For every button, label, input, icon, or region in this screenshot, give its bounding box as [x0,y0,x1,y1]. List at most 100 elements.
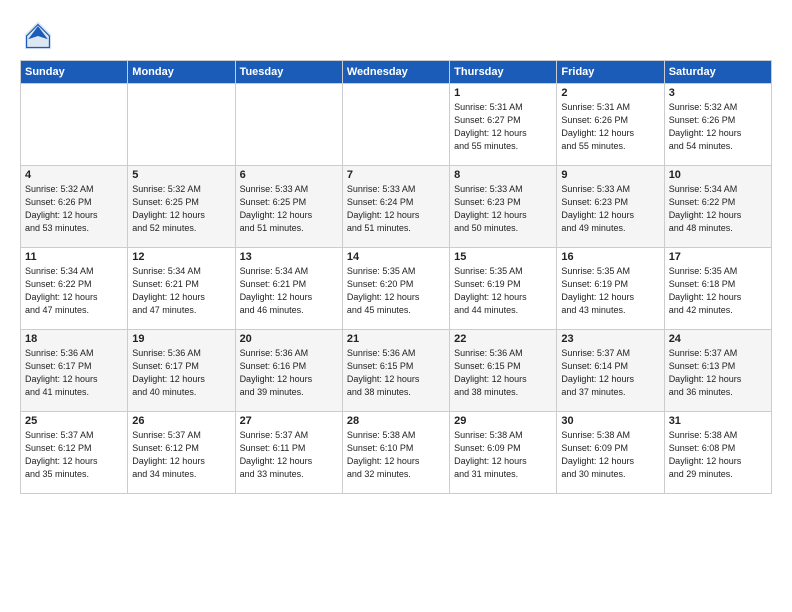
day-info: Sunrise: 5:38 AM Sunset: 6:10 PM Dayligh… [347,429,445,481]
week-row-5: 25 Sunrise: 5:37 AM Sunset: 6:12 PM Dayli… [21,412,772,494]
day-cell: 29 Sunrise: 5:38 AM Sunset: 6:09 PM Dayli… [450,412,557,494]
day-info: Sunrise: 5:34 AM Sunset: 6:21 PM Dayligh… [132,265,230,317]
day-cell: 24Sunrise: 5:37 AM Sunset: 6:13 PM Dayli… [664,330,771,412]
day-cell: 9 Sunrise: 5:33 AM Sunset: 6:23 PM Daylig… [557,166,664,248]
day-number: 9 [561,169,659,181]
day-cell: 27 Sunrise: 5:37 AM Sunset: 6:11 PM Dayli… [235,412,342,494]
day-cell [21,84,128,166]
day-number: 19 [132,333,230,345]
day-number: 15 [454,251,552,263]
day-number: 6 [240,169,338,181]
day-number: 25 [25,415,123,427]
day-cell: 26Sunrise: 5:37 AM Sunset: 6:12 PM Dayli… [128,412,235,494]
day-number: 29 [454,415,552,427]
day-number: 16 [561,251,659,263]
day-number: 22 [454,333,552,345]
day-cell: 19 Sunrise: 5:36 AM Sunset: 6:17 PM Dayli… [128,330,235,412]
week-row-2: 4Sunrise: 5:32 AM Sunset: 6:26 PM Daylig… [21,166,772,248]
week-row-3: 11 Sunrise: 5:34 AM Sunset: 6:22 PM Dayli… [21,248,772,330]
day-number: 2 [561,87,659,99]
day-cell: 25 Sunrise: 5:37 AM Sunset: 6:12 PM Dayli… [21,412,128,494]
day-cell: 14 Sunrise: 5:35 AM Sunset: 6:20 PM Dayli… [342,248,449,330]
day-info: Sunrise: 5:38 AM Sunset: 6:09 PM Dayligh… [454,429,552,481]
day-cell: 15 Sunrise: 5:35 AM Sunset: 6:19 PM Dayli… [450,248,557,330]
day-cell: 22 Sunrise: 5:36 AM Sunset: 6:15 PM Dayli… [450,330,557,412]
day-number: 12 [132,251,230,263]
day-info: Sunrise: 5:38 AM Sunset: 6:09 PM Dayligh… [561,429,659,481]
column-header-wednesday: Wednesday [342,61,449,84]
column-header-thursday: Thursday [450,61,557,84]
day-info: Sunrise: 5:35 AM Sunset: 6:19 PM Dayligh… [561,265,659,317]
day-cell: 6Sunrise: 5:33 AM Sunset: 6:25 PM Daylig… [235,166,342,248]
column-header-tuesday: Tuesday [235,61,342,84]
day-info: Sunrise: 5:35 AM Sunset: 6:20 PM Dayligh… [347,265,445,317]
day-cell: 12 Sunrise: 5:34 AM Sunset: 6:21 PM Dayli… [128,248,235,330]
day-info: Sunrise: 5:33 AM Sunset: 6:24 PM Dayligh… [347,183,445,235]
day-number: 24 [669,333,767,345]
day-cell: 4Sunrise: 5:32 AM Sunset: 6:26 PM Daylig… [21,166,128,248]
day-number: 17 [669,251,767,263]
day-number: 28 [347,415,445,427]
day-number: 11 [25,251,123,263]
day-cell: 2 Sunrise: 5:31 AM Sunset: 6:26 PM Daylig… [557,84,664,166]
column-header-saturday: Saturday [664,61,771,84]
day-cell: 1 Sunrise: 5:31 AM Sunset: 6:27 PM Daylig… [450,84,557,166]
header [20,18,772,54]
day-info: Sunrise: 5:35 AM Sunset: 6:19 PM Dayligh… [454,265,552,317]
day-number: 27 [240,415,338,427]
column-header-sunday: Sunday [21,61,128,84]
day-number: 10 [669,169,767,181]
day-info: Sunrise: 5:32 AM Sunset: 6:26 PM Dayligh… [25,183,123,235]
day-info: Sunrise: 5:37 AM Sunset: 6:12 PM Dayligh… [132,429,230,481]
day-number: 30 [561,415,659,427]
day-cell: 18Sunrise: 5:36 AM Sunset: 6:17 PM Dayli… [21,330,128,412]
day-info: Sunrise: 5:33 AM Sunset: 6:23 PM Dayligh… [561,183,659,235]
day-number: 31 [669,415,767,427]
day-info: Sunrise: 5:37 AM Sunset: 6:12 PM Dayligh… [25,429,123,481]
day-number: 8 [454,169,552,181]
day-number: 7 [347,169,445,181]
day-info: Sunrise: 5:34 AM Sunset: 6:22 PM Dayligh… [25,265,123,317]
day-info: Sunrise: 5:34 AM Sunset: 6:21 PM Dayligh… [240,265,338,317]
day-number: 1 [454,87,552,99]
day-info: Sunrise: 5:37 AM Sunset: 6:11 PM Dayligh… [240,429,338,481]
day-number: 21 [347,333,445,345]
day-cell: 8 Sunrise: 5:33 AM Sunset: 6:23 PM Daylig… [450,166,557,248]
day-cell: 16 Sunrise: 5:35 AM Sunset: 6:19 PM Dayli… [557,248,664,330]
day-cell: 10 Sunrise: 5:34 AM Sunset: 6:22 PM Dayli… [664,166,771,248]
day-info: Sunrise: 5:36 AM Sunset: 6:15 PM Dayligh… [347,347,445,399]
day-cell: 5Sunrise: 5:32 AM Sunset: 6:25 PM Daylig… [128,166,235,248]
day-info: Sunrise: 5:31 AM Sunset: 6:26 PM Dayligh… [561,101,659,153]
calendar-page: SundayMondayTuesdayWednesdayThursdayFrid… [0,0,792,612]
day-number: 23 [561,333,659,345]
day-number: 5 [132,169,230,181]
day-info: Sunrise: 5:33 AM Sunset: 6:23 PM Dayligh… [454,183,552,235]
day-cell: 30 Sunrise: 5:38 AM Sunset: 6:09 PM Dayli… [557,412,664,494]
calendar-body: 1 Sunrise: 5:31 AM Sunset: 6:27 PM Daylig… [21,84,772,494]
day-cell: 3Sunrise: 5:32 AM Sunset: 6:26 PM Daylig… [664,84,771,166]
day-cell [128,84,235,166]
column-header-friday: Friday [557,61,664,84]
calendar-header-row: SundayMondayTuesdayWednesdayThursdayFrid… [21,61,772,84]
day-info: Sunrise: 5:34 AM Sunset: 6:22 PM Dayligh… [669,183,767,235]
day-cell: 28 Sunrise: 5:38 AM Sunset: 6:10 PM Dayli… [342,412,449,494]
day-info: Sunrise: 5:37 AM Sunset: 6:14 PM Dayligh… [561,347,659,399]
day-cell: 17 Sunrise: 5:35 AM Sunset: 6:18 PM Dayli… [664,248,771,330]
day-cell: 13 Sunrise: 5:34 AM Sunset: 6:21 PM Dayli… [235,248,342,330]
day-number: 13 [240,251,338,263]
day-info: Sunrise: 5:36 AM Sunset: 6:15 PM Dayligh… [454,347,552,399]
week-row-4: 18Sunrise: 5:36 AM Sunset: 6:17 PM Dayli… [21,330,772,412]
day-cell: 31Sunrise: 5:38 AM Sunset: 6:08 PM Dayli… [664,412,771,494]
day-info: Sunrise: 5:35 AM Sunset: 6:18 PM Dayligh… [669,265,767,317]
day-number: 14 [347,251,445,263]
day-info: Sunrise: 5:31 AM Sunset: 6:27 PM Dayligh… [454,101,552,153]
week-row-1: 1 Sunrise: 5:31 AM Sunset: 6:27 PM Daylig… [21,84,772,166]
day-number: 3 [669,87,767,99]
day-cell [235,84,342,166]
day-info: Sunrise: 5:36 AM Sunset: 6:17 PM Dayligh… [132,347,230,399]
day-number: 20 [240,333,338,345]
day-cell: 7 Sunrise: 5:33 AM Sunset: 6:24 PM Daylig… [342,166,449,248]
day-cell [342,84,449,166]
calendar-table: SundayMondayTuesdayWednesdayThursdayFrid… [20,60,772,494]
day-cell: 11 Sunrise: 5:34 AM Sunset: 6:22 PM Dayli… [21,248,128,330]
